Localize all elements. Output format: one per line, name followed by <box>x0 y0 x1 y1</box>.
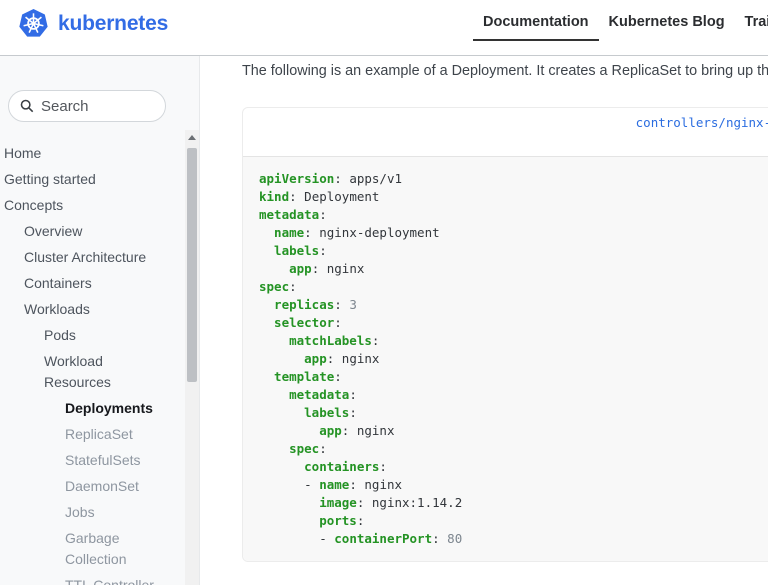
sidebar-item-workload-resources[interactable]: Workload Resources <box>0 351 170 393</box>
yaml-line: app: nginx <box>259 260 768 278</box>
yaml-line: - name: nginx <box>259 476 768 494</box>
yaml-line: app: nginx <box>259 422 768 440</box>
up-arrow-icon <box>188 135 196 140</box>
yaml-line: kind: Deployment <box>259 188 768 206</box>
code-file-link[interactable]: controllers/nginx-deployment.yaml <box>636 115 768 130</box>
yaml-line: selector: <box>259 314 768 332</box>
top-navigation: DocumentationKubernetes BlogTraining <box>473 0 768 41</box>
sidebar-scrollbar[interactable] <box>185 130 199 585</box>
sidebar-item-pods[interactable]: Pods <box>0 325 170 346</box>
sidebar-item-statefulsets[interactable]: StatefulSets <box>0 450 170 471</box>
sidebar: Search Home Getting started Concepts Overvi… <box>0 56 200 585</box>
topnav-documentation[interactable]: Documentation <box>473 0 599 41</box>
topnav-training[interactable]: Training <box>735 0 768 41</box>
sidebar-item-ttl-controller[interactable]: TTL Controller <box>0 575 170 585</box>
sidebar-item-overview[interactable]: Overview <box>0 221 170 242</box>
kubernetes-logo[interactable]: kubernetes <box>18 8 168 39</box>
intro-paragraph: The following is an example of a Deploym… <box>242 61 768 81</box>
search-placeholder: Search <box>41 98 89 115</box>
yaml-line: labels: <box>259 242 768 260</box>
sidebar-item-daemonset[interactable]: DaemonSet <box>0 476 170 497</box>
topnav-kubernetes-blog[interactable]: Kubernetes Blog <box>599 0 735 41</box>
yaml-line: apiVersion: apps/v1 <box>259 170 768 188</box>
yaml-line: replicas: 3 <box>259 296 768 314</box>
sidebar-item-deployments[interactable]: Deployments <box>0 398 170 419</box>
sidebar-item-home[interactable]: Home <box>0 143 170 164</box>
yaml-code: apiVersion: apps/v1kind: Deploymentmetad… <box>243 156 768 561</box>
main-content: The following is an example of a Deploym… <box>201 56 768 585</box>
scrollbar-up-button[interactable] <box>185 130 199 145</box>
sidebar-item-containers[interactable]: Containers <box>0 273 170 294</box>
code-sample-block: controllers/nginx-deployment.yaml apiVer… <box>242 107 768 562</box>
logo-text: kubernetes <box>58 12 168 36</box>
search-icon <box>20 99 34 113</box>
sidebar-item-concepts[interactable]: Concepts <box>0 195 170 216</box>
yaml-line: name: nginx-deployment <box>259 224 768 242</box>
yaml-line: image: nginx:1.14.2 <box>259 494 768 512</box>
yaml-line: template: <box>259 368 768 386</box>
scrollbar-thumb[interactable] <box>187 148 197 382</box>
site-header: kubernetes DocumentationKubernetes BlogT… <box>0 0 768 56</box>
yaml-line: containers: <box>259 458 768 476</box>
sidebar-item-cluster-architecture[interactable]: Cluster Architecture <box>0 247 170 268</box>
yaml-line: labels: <box>259 404 768 422</box>
sidebar-item-jobs[interactable]: Jobs <box>0 502 170 523</box>
yaml-line: matchLabels: <box>259 332 768 350</box>
yaml-line: spec: <box>259 440 768 458</box>
search-input[interactable]: Search <box>8 90 166 122</box>
kubernetes-logo-icon <box>18 8 49 39</box>
yaml-line: metadata: <box>259 386 768 404</box>
sidebar-item-getting-started[interactable]: Getting started <box>0 169 170 190</box>
sidebar-item-workloads[interactable]: Workloads <box>0 299 170 320</box>
sidebar-item-replicaset[interactable]: ReplicaSet <box>0 424 170 445</box>
yaml-line: metadata: <box>259 206 768 224</box>
yaml-line: app: nginx <box>259 350 768 368</box>
sidebar-item-garbage-collection[interactable]: Garbage Collection <box>0 528 170 570</box>
yaml-line: - containerPort: 80 <box>259 530 768 548</box>
page: kubernetes DocumentationKubernetes BlogT… <box>0 0 768 585</box>
yaml-line: spec: <box>259 278 768 296</box>
code-sample-header: controllers/nginx-deployment.yaml <box>243 108 768 156</box>
sidebar-nav: Home Getting started Concepts Overview Clust… <box>0 130 170 585</box>
yaml-line: ports: <box>259 512 768 530</box>
